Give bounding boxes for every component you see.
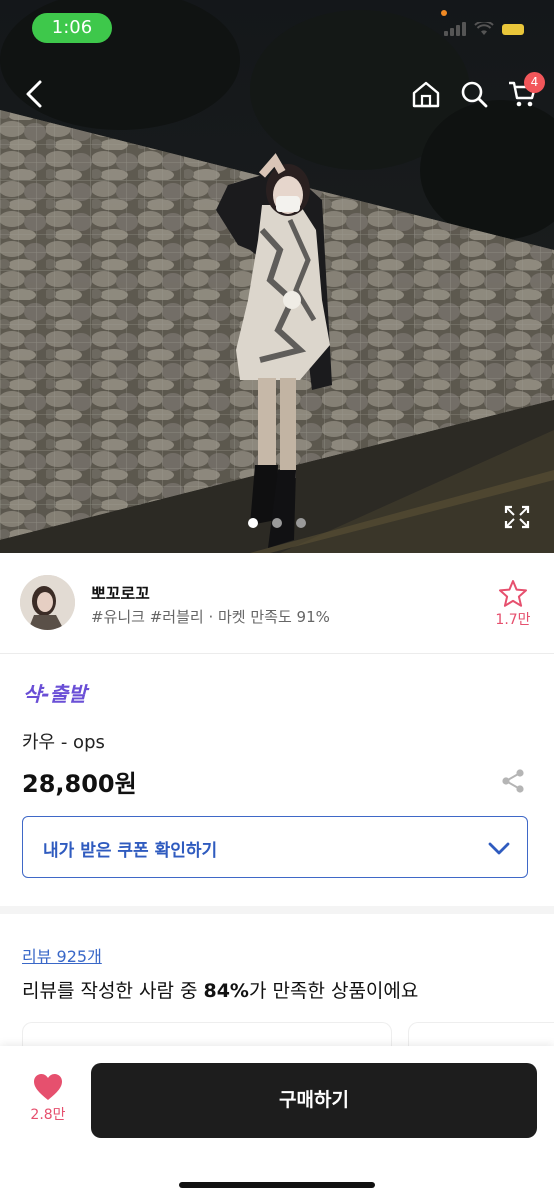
home-icon [412, 81, 440, 108]
home-indicator [179, 1182, 375, 1188]
seller-section[interactable]: 뽀꼬로꼬 #유니크 #러블리 · 마켓 만족도 91% 1.7만 [0, 553, 554, 654]
like-button[interactable] [33, 1073, 63, 1101]
status-icons [444, 22, 524, 36]
review-count-link[interactable]: 리뷰 925개 [22, 943, 102, 967]
chevron-down-icon [488, 842, 510, 855]
gallery-dot-active[interactable] [248, 518, 258, 528]
home-button[interactable] [406, 74, 446, 114]
seller-name[interactable]: 뽀꼬로꼬 [91, 580, 150, 604]
share-button[interactable] [498, 766, 528, 796]
expand-icon [504, 505, 530, 529]
signal-icon [444, 22, 466, 36]
coupon-label: 내가 받은 쿠폰 확인하기 [43, 841, 218, 861]
star-icon [499, 580, 527, 607]
buy-button[interactable]: 구매하기 [91, 1063, 537, 1138]
section-divider [0, 906, 554, 914]
share-icon [502, 769, 524, 793]
review-summary-prefix: 리뷰를 작성한 사람 중 [22, 980, 204, 1002]
battery-icon [502, 23, 524, 35]
search-icon [461, 81, 488, 108]
heart-icon [34, 1074, 62, 1100]
like-count: 2.8만 [30, 1107, 66, 1123]
gallery-dot[interactable] [296, 518, 306, 528]
favorite-seller-button[interactable] [497, 578, 529, 610]
product-image-gallery[interactable]: 1:06 4 [0, 0, 554, 553]
fullscreen-button[interactable] [502, 503, 532, 531]
gallery-dot[interactable] [272, 518, 282, 528]
review-satisfaction-percent: 84% [203, 980, 249, 1002]
back-button[interactable] [14, 74, 54, 114]
shipping-label: 샥-출발 [23, 682, 87, 706]
review-summary: 리뷰를 작성한 사람 중 84%가 만족한 상품이에요 [22, 976, 418, 1003]
seller-avatar[interactable] [20, 575, 75, 630]
status-time: 1:06 [32, 13, 112, 43]
seller-tags: #유니크 #러블리 · 마켓 만족도 91% [91, 608, 330, 626]
privacy-indicator [441, 10, 447, 16]
gallery-pagination[interactable] [248, 518, 306, 528]
back-icon [26, 80, 42, 108]
review-summary-suffix: 가 만족한 상품이에요 [248, 980, 419, 1002]
favorite-count: 1.7만 [495, 612, 531, 628]
product-price: 28,800원 [22, 770, 137, 798]
product-name: 카우 - ops [22, 732, 105, 753]
coupon-dropdown[interactable]: 내가 받은 쿠폰 확인하기 [22, 816, 528, 878]
search-button[interactable] [454, 74, 494, 114]
wifi-icon [474, 22, 494, 35]
cart-count-badge: 4 [524, 72, 545, 93]
seller-avatar-image [20, 575, 75, 630]
